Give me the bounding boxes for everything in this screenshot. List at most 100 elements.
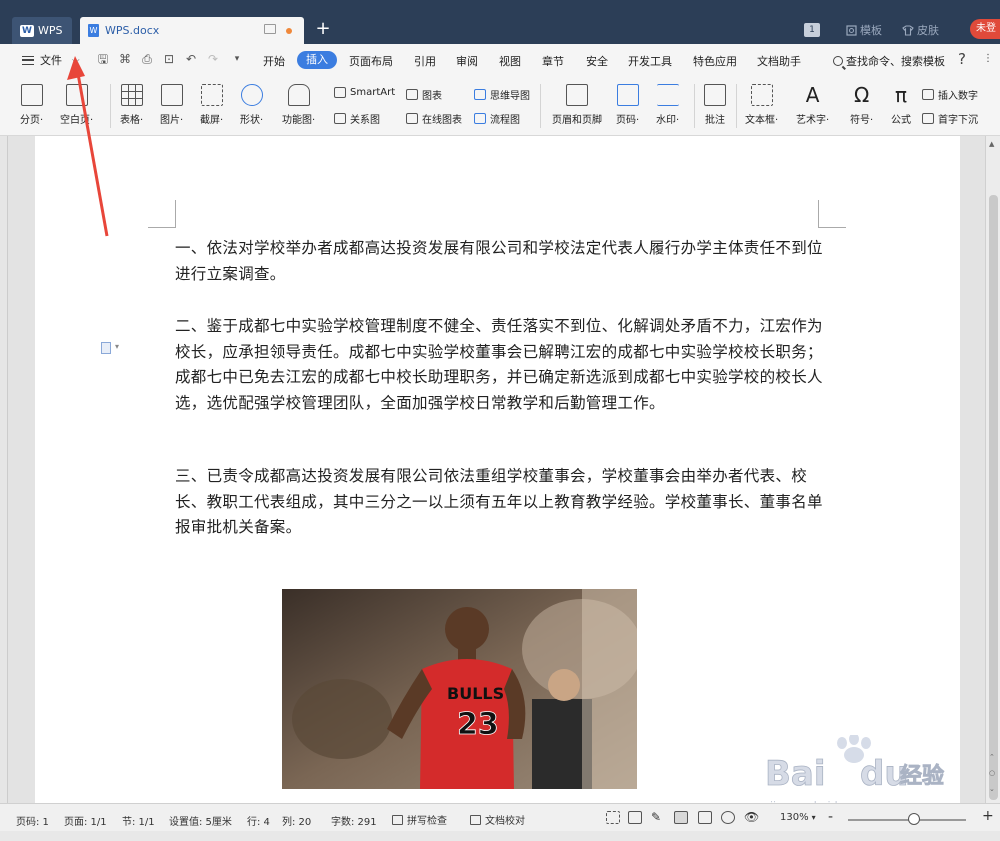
drop-cap-button[interactable]: 首字下沉 bbox=[922, 111, 978, 126]
tab-wps-home[interactable]: W WPS bbox=[12, 17, 72, 44]
prev-page-icon[interactable]: ⌃ bbox=[989, 753, 995, 761]
margin-corner-mark bbox=[818, 200, 846, 228]
fullscreen-icon[interactable] bbox=[606, 811, 620, 824]
menu-start[interactable]: 开始 bbox=[263, 53, 285, 69]
shape-icon bbox=[240, 84, 263, 106]
header-footer-button[interactable]: 页眉和页脚 bbox=[552, 84, 602, 126]
document-page[interactable]: ▾ 一、依法对学校举办者成都高达投资发展有限公司和学校法定代表人履行办学主体责任… bbox=[35, 136, 960, 803]
menu-doc-assistant[interactable]: 文档助手 bbox=[757, 53, 801, 69]
monitor-icon[interactable] bbox=[264, 24, 276, 34]
menu-view[interactable]: 视图 bbox=[499, 53, 521, 69]
function-chart-button[interactable]: 功能图· bbox=[282, 84, 315, 126]
format-painter-icon[interactable]: ⌘ bbox=[118, 53, 132, 66]
select-browse-object-icon[interactable]: ○ bbox=[989, 769, 995, 777]
undo-icon[interactable]: ↶ bbox=[184, 53, 198, 66]
spell-check-button[interactable]: 拼写检查 bbox=[392, 812, 447, 827]
file-menu-button[interactable]: 文件 ⌵ bbox=[22, 52, 80, 68]
relation-chart-button[interactable]: 关系图 bbox=[334, 111, 380, 126]
paragraph-2[interactable]: 二、鉴于成都七中实验学校管理制度不健全、责任落实不到位、化解调处矛盾不力，江宏作… bbox=[175, 314, 825, 416]
table-button[interactable]: 表格· bbox=[120, 84, 143, 126]
menu-page-layout[interactable]: 页面布局 bbox=[349, 53, 393, 69]
jersey-text: BULLS bbox=[447, 684, 504, 703]
menu-developer[interactable]: 开发工具 bbox=[628, 53, 672, 69]
zoom-slider-handle[interactable] bbox=[908, 813, 920, 825]
header-footer-icon bbox=[566, 84, 588, 106]
picture-button[interactable]: 图片· bbox=[160, 84, 183, 126]
status-section[interactable]: 节: 1/1 bbox=[122, 813, 155, 828]
chevron-down-icon[interactable]: ▾ bbox=[115, 342, 119, 351]
scrollbar-thumb[interactable] bbox=[989, 195, 998, 800]
smartart-button[interactable]: SmartArt bbox=[334, 87, 395, 98]
chart-button[interactable]: 图表 bbox=[406, 87, 442, 102]
customize-dropdown-icon[interactable]: ▾ bbox=[230, 53, 244, 66]
print-preview-icon[interactable]: ⊡ bbox=[162, 53, 176, 66]
eye-protection-icon[interactable]: 👁 bbox=[744, 811, 759, 824]
status-pages[interactable]: 页面: 1/1 bbox=[64, 813, 107, 828]
status-row[interactable]: 行: 4 bbox=[247, 813, 270, 828]
chevron-down-icon[interactable]: ⌵ bbox=[72, 55, 80, 66]
insert-number-button[interactable]: 插入数字 bbox=[922, 87, 978, 102]
reading-mode-icon[interactable] bbox=[628, 811, 642, 824]
menu-insert[interactable]: 插入 bbox=[297, 51, 337, 69]
status-word-count[interactable]: 字数: 291 bbox=[331, 813, 377, 828]
paragraph-3[interactable]: 三、已责令成都高达投资发展有限公司依法重组学校董事会，学校董事会由举办者代表、校… bbox=[175, 464, 825, 541]
mindmap-button[interactable]: 思维导图 bbox=[474, 87, 530, 102]
vertical-scrollbar[interactable]: ▲ ⌃ ○ ⌄ bbox=[985, 136, 1000, 803]
outline-view-icon[interactable] bbox=[698, 811, 712, 824]
new-tab-button[interactable]: + bbox=[312, 18, 334, 40]
jersey-number: 23 bbox=[457, 707, 499, 742]
left-panel-strip[interactable] bbox=[0, 136, 8, 803]
basketball-player-photo[interactable]: BULLS 23 bbox=[282, 589, 637, 789]
next-page-icon[interactable]: ⌄ bbox=[989, 785, 995, 793]
skin-button[interactable]: 皮肤 bbox=[902, 21, 939, 39]
symbol-button[interactable]: Ω 符号· bbox=[850, 84, 873, 126]
template-button[interactable]: 模板 bbox=[846, 21, 882, 39]
menu-features[interactable]: 特色应用 bbox=[693, 53, 737, 69]
page-break-button[interactable]: 分页· bbox=[20, 84, 43, 126]
online-chart-button[interactable]: 在线图表 bbox=[406, 111, 462, 126]
status-setting[interactable]: 设置值: 5厘米 bbox=[169, 813, 232, 828]
smartart-icon bbox=[334, 87, 346, 98]
status-page-code[interactable]: 页码: 1 bbox=[16, 813, 49, 828]
menu-references[interactable]: 引用 bbox=[414, 53, 436, 69]
page-number-button[interactable]: 页码· bbox=[616, 84, 639, 126]
blank-page-button[interactable]: 空白页· bbox=[60, 84, 93, 126]
proofread-icon bbox=[470, 814, 481, 825]
tab-document[interactable]: W WPS.docx bbox=[80, 17, 304, 44]
hamburger-icon bbox=[22, 55, 34, 65]
menu-security[interactable]: 安全 bbox=[586, 53, 608, 69]
watermark-button[interactable]: 水印· bbox=[656, 84, 679, 126]
redo-icon[interactable]: ↷ bbox=[206, 53, 220, 66]
web-view-icon[interactable] bbox=[721, 811, 735, 824]
window-counter-badge[interactable]: 1 bbox=[804, 23, 820, 37]
shape-button[interactable]: 形状· bbox=[240, 84, 263, 126]
paragraph-1[interactable]: 一、依法对学校举办者成都高达投资发展有限公司和学校法定代表人履行办学主体责任不到… bbox=[175, 236, 825, 287]
scroll-up-icon[interactable]: ▲ bbox=[989, 140, 994, 148]
help-icon[interactable]: ? bbox=[958, 50, 966, 68]
more-icon[interactable]: ⋮ bbox=[983, 53, 993, 64]
status-column[interactable]: 列: 20 bbox=[282, 813, 311, 828]
comment-button[interactable]: 批注 bbox=[704, 84, 726, 126]
zoom-out-button[interactable]: - bbox=[828, 809, 833, 825]
menu-review[interactable]: 审阅 bbox=[456, 53, 478, 69]
command-search[interactable]: 查找命令、搜索模板 bbox=[833, 53, 945, 69]
screenshot-button[interactable]: 截屏· bbox=[200, 84, 223, 126]
textbox-button[interactable]: 文本框· bbox=[745, 84, 778, 126]
zoom-level-dropdown[interactable]: 130% ▾ bbox=[780, 812, 816, 823]
formula-button[interactable]: π 公式 bbox=[890, 84, 912, 126]
document-canvas[interactable]: ▾ 一、依法对学校举办者成都高达投资发展有限公司和学校法定代表人履行办学主体责任… bbox=[8, 136, 985, 803]
menu-chapter[interactable]: 章节 bbox=[542, 53, 564, 69]
chevron-down-icon: ▾ bbox=[811, 813, 816, 822]
login-button[interactable]: 未登 bbox=[970, 19, 1000, 39]
flowchart-button[interactable]: 流程图 bbox=[474, 111, 520, 126]
save-icon[interactable]: 🖫 bbox=[96, 53, 110, 66]
print-icon[interactable]: ⎙ bbox=[140, 53, 154, 66]
paragraph-layout-icon[interactable] bbox=[101, 342, 111, 354]
page-view-icon[interactable] bbox=[674, 811, 688, 824]
doc-proofread-button[interactable]: 文档校对 bbox=[470, 812, 525, 827]
template-label: 模板 bbox=[860, 24, 882, 37]
wordart-button[interactable]: A 艺术字· bbox=[796, 84, 829, 126]
zoom-slider-track[interactable] bbox=[848, 819, 966, 821]
zoom-in-button[interactable]: + bbox=[982, 808, 994, 824]
pen-icon[interactable]: ✎ bbox=[651, 811, 665, 824]
